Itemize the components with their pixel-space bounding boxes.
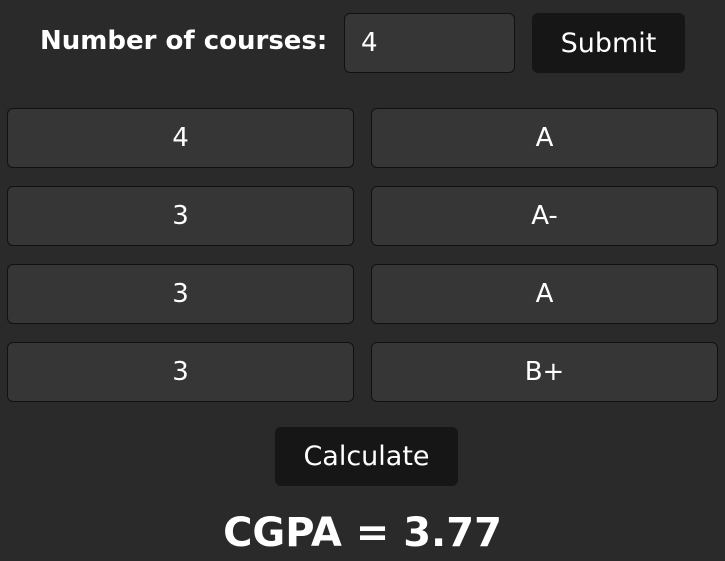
course-row [7, 264, 718, 324]
course-row [7, 186, 718, 246]
cgpa-calculator: Number of courses: Submit Calculate CGPA… [0, 0, 725, 561]
credit-hours-input[interactable] [7, 108, 354, 168]
course-count-form: Number of courses: Submit [0, 13, 725, 73]
submit-button[interactable]: Submit [532, 13, 685, 73]
course-count-label: Number of courses: [40, 26, 328, 56]
grade-input[interactable] [371, 264, 718, 324]
grade-input[interactable] [371, 108, 718, 168]
course-count-input[interactable] [344, 13, 515, 73]
grade-input[interactable] [371, 186, 718, 246]
course-row [7, 108, 718, 168]
course-row [7, 342, 718, 402]
credit-hours-input[interactable] [7, 264, 354, 324]
course-list [7, 108, 718, 420]
grade-input[interactable] [371, 342, 718, 402]
cgpa-result: CGPA = 3.77 [223, 510, 502, 556]
credit-hours-input[interactable] [7, 186, 354, 246]
calculate-button[interactable]: Calculate [275, 427, 458, 486]
credit-hours-input[interactable] [7, 342, 354, 402]
